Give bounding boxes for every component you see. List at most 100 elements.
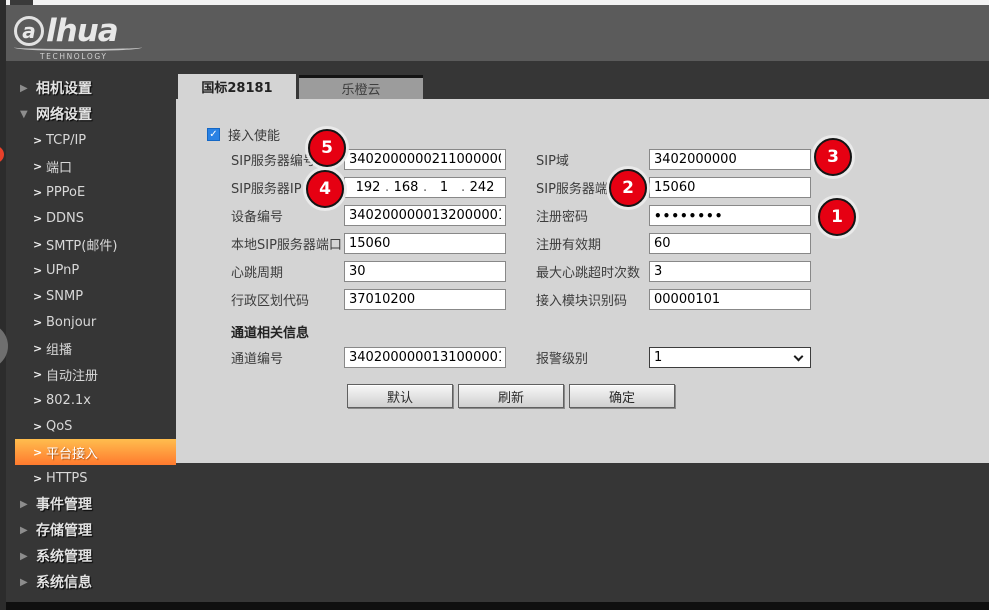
checkmark-icon: ✓: [209, 130, 217, 140]
settings-panel: ✓ 接入使能 SIP服务器编号SIP服务器IP192.168.1.242设备编号…: [176, 99, 989, 463]
ip-octet[interactable]: 242: [465, 180, 499, 195]
sidebar-item-label: 端口: [46, 157, 72, 176]
sidebar-item-network-settings[interactable]: ▼网络设置: [6, 101, 176, 127]
ok-button[interactable]: 确定: [569, 384, 675, 408]
sidebar-item-smtp[interactable]: >SMTP(邮件): [6, 231, 176, 257]
button-row: 默认刷新确定: [347, 384, 675, 408]
sidebar-item-bonjour[interactable]: >Bonjour: [6, 309, 176, 335]
triangle-right-icon: ▶: [20, 577, 36, 588]
sidebar-item-auto-register[interactable]: >自动注册: [6, 361, 176, 387]
sip-domain-row: SIP域: [536, 149, 811, 170]
sidebar-item-label: 相机设置: [36, 78, 92, 98]
sidebar-item-label: QoS: [46, 419, 72, 434]
sidebar-item-upnp[interactable]: >UPnP: [6, 257, 176, 283]
sip-server-id-row: SIP服务器编号: [231, 149, 506, 170]
chevron-right-icon: >: [33, 134, 46, 147]
local-sip-server-port-label: 本地SIP服务器端口: [231, 234, 344, 253]
chevron-right-icon: >: [33, 368, 46, 381]
sidebar-item-label: 系统信息: [36, 572, 92, 592]
sidebar-item-label: 网络设置: [36, 104, 92, 124]
sidebar-item-https[interactable]: >HTTPS: [6, 465, 176, 491]
chevron-right-icon: >: [33, 212, 46, 225]
sidebar-item-label: HTTPS: [46, 471, 88, 486]
register-password-row: 注册密码: [536, 205, 811, 226]
sip-server-ip-row: SIP服务器IP192.168.1.242: [231, 177, 506, 198]
channel-id-input[interactable]: [344, 347, 506, 368]
device-id-label: 设备编号: [231, 206, 344, 225]
triangle-right-icon: ▶: [20, 83, 36, 94]
logo-tagline: TECHNOLOGY: [14, 52, 142, 61]
triangle-right-icon: ▶: [20, 499, 36, 510]
sidebar-item-event-management[interactable]: ▶事件管理: [6, 491, 176, 517]
sidebar-item-8021x[interactable]: >802.1x: [6, 387, 176, 413]
sidebar-item-tcpip[interactable]: >TCP/IP: [6, 127, 176, 153]
heartbeat-period-row: 心跳周期: [231, 261, 506, 282]
local-sip-server-port-input[interactable]: [344, 233, 506, 254]
sidebar-item-label: 802.1x: [46, 393, 91, 408]
sip-server-port-row: SIP服务器端口: [536, 177, 811, 198]
sidebar-item-multicast[interactable]: >组播: [6, 335, 176, 361]
channel-id-row: 通道编号: [231, 347, 506, 368]
tab-lechange[interactable]: 乐橙云: [299, 75, 423, 99]
select-value: 1: [654, 350, 662, 365]
ip-octet[interactable]: 192: [351, 180, 385, 195]
logo-wordmark: a lhua: [14, 14, 142, 48]
sidebar-item-label: Bonjour: [46, 315, 96, 330]
annotation-circle-2: 2: [609, 169, 647, 207]
register-valid-period-input[interactable]: [649, 233, 811, 254]
sidebar-item-system-management[interactable]: ▶系统管理: [6, 543, 176, 569]
heartbeat-period-label: 心跳周期: [231, 262, 344, 281]
sidebar-item-system-info[interactable]: ▶系统信息: [6, 569, 176, 595]
header-bar: a lhua TECHNOLOGY: [0, 5, 989, 61]
default-button[interactable]: 默认: [347, 384, 453, 408]
sip-server-ip-input[interactable]: 192.168.1.242: [344, 177, 506, 198]
sidebar-item-label: SNMP: [46, 289, 83, 304]
alarm-level-select[interactable]: 1: [649, 347, 811, 368]
access-module-id-input[interactable]: [649, 289, 811, 310]
annotation-circle-3: 3: [814, 138, 852, 176]
enable-checkbox[interactable]: ✓: [207, 128, 220, 141]
sidebar-item-snmp[interactable]: >SNMP: [6, 283, 176, 309]
heartbeat-period-input[interactable]: [344, 261, 506, 282]
triangle-down-icon: ▼: [20, 109, 36, 120]
annotation-number: 2: [622, 178, 634, 198]
register-valid-period-row: 注册有效期: [536, 233, 811, 254]
sidebar-item-ddns[interactable]: >DDNS: [6, 205, 176, 231]
device-id-input[interactable]: [344, 205, 506, 226]
dahua-web-config-screen: a lhua TECHNOLOGY ▶相机设置▼网络设置>TCP/IP>端口>P…: [0, 0, 989, 610]
annotation-circle-1: 1: [818, 198, 856, 236]
sip-server-port-input[interactable]: [649, 177, 811, 198]
sip-domain-input[interactable]: [649, 149, 811, 170]
chevron-right-icon: >: [33, 264, 46, 277]
sidebar-item-storage-management[interactable]: ▶存储管理: [6, 517, 176, 543]
admin-region-code-input[interactable]: [344, 289, 506, 310]
sidebar-item-label: 自动注册: [46, 365, 98, 384]
sidebar-item-platform-access[interactable]: >平台接入: [15, 439, 176, 465]
channel-section-header: 通道相关信息: [231, 322, 309, 341]
annotation-number: 5: [321, 138, 333, 158]
sidebar-item-qos[interactable]: >QoS: [6, 413, 176, 439]
sip-domain-label: SIP域: [536, 150, 649, 169]
refresh-button[interactable]: 刷新: [458, 384, 564, 408]
register-password-input[interactable]: [649, 205, 811, 226]
sidebar-item-camera-settings[interactable]: ▶相机设置: [6, 75, 176, 101]
sidebar-item-label: SMTP(邮件): [46, 235, 117, 254]
annotation-number: 4: [319, 179, 331, 199]
alarm-level-row: 报警级别1: [536, 347, 811, 368]
bottom-strip: [0, 602, 989, 610]
local-sip-server-port-row: 本地SIP服务器端口: [231, 233, 506, 254]
tab-gb28181[interactable]: 国标28181: [178, 74, 296, 99]
left-edge-strip: [0, 0, 6, 610]
register-valid-period-label: 注册有效期: [536, 234, 649, 253]
annotation-number: 1: [831, 207, 843, 227]
ip-octet[interactable]: 168: [389, 180, 423, 195]
max-heartbeat-timeouts-input[interactable]: [649, 261, 811, 282]
sip-server-id-input[interactable]: [344, 149, 506, 170]
sidebar-item-port[interactable]: >端口: [6, 153, 176, 179]
sidebar-item-pppoe[interactable]: >PPPoE: [6, 179, 176, 205]
chevron-right-icon: >: [33, 186, 46, 199]
ip-octet[interactable]: 1: [427, 180, 461, 195]
register-password-label: 注册密码: [536, 206, 649, 225]
sidebar-item-label: 平台接入: [46, 443, 98, 462]
chevron-right-icon: >: [33, 290, 46, 303]
